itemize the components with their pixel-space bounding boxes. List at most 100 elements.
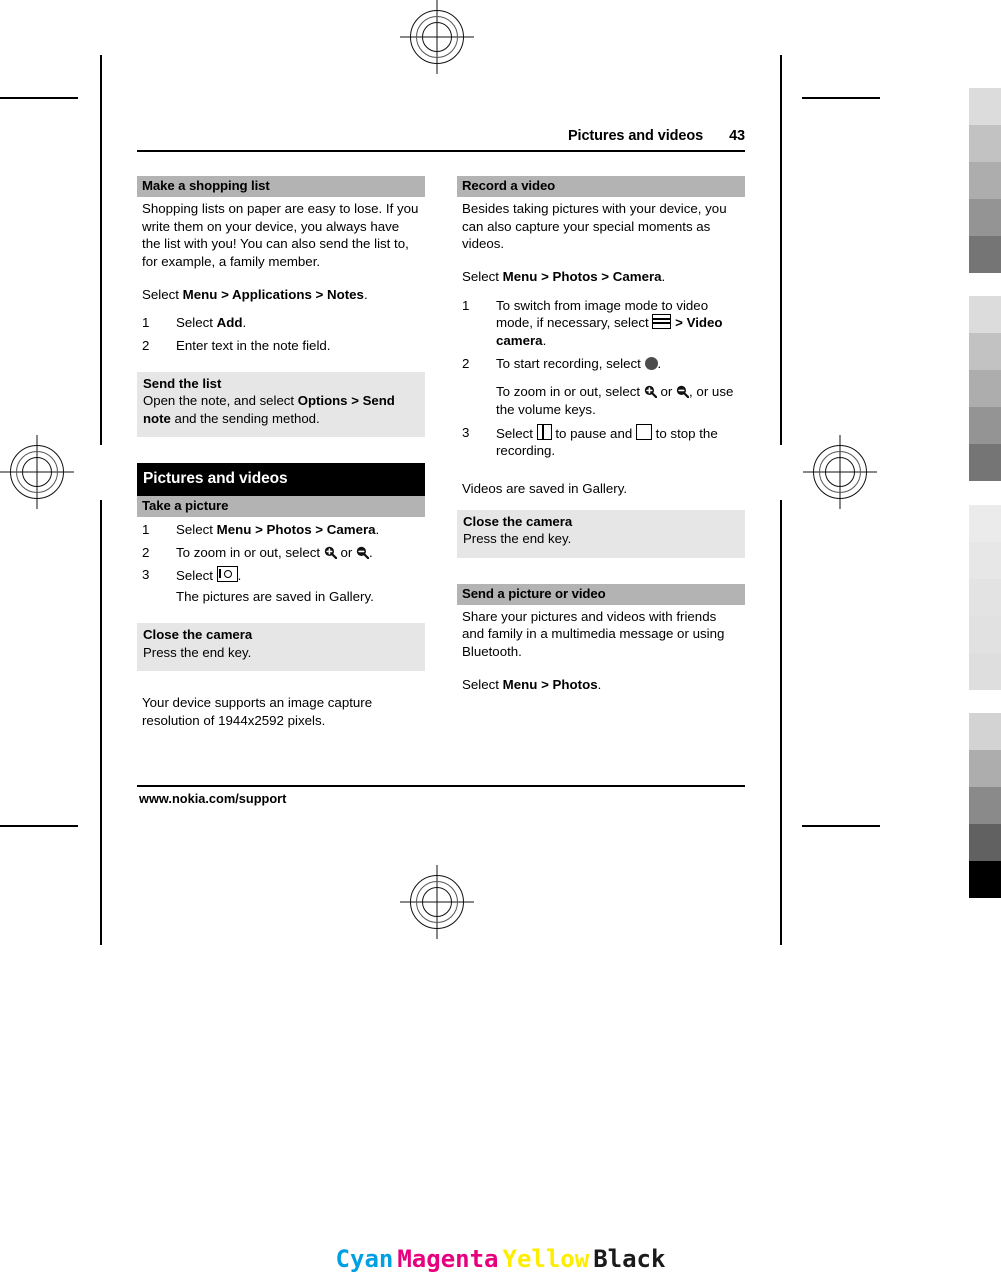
step-text: To start recording, select <box>496 355 645 371</box>
step-text: To zoom in or out, select <box>176 544 324 560</box>
period: . <box>597 676 602 692</box>
step-mid: or <box>336 544 357 560</box>
step-suffix: . <box>242 315 247 331</box>
path-separator: > <box>347 393 363 409</box>
step-item: To switch from image mode to video mode,… <box>462 297 740 350</box>
step-item: Enter text in the note field. <box>142 337 420 355</box>
applications-label: Applications <box>232 286 312 302</box>
record-dot-icon <box>644 356 658 370</box>
step-item: Select Add. <box>142 314 420 332</box>
sub-mid: or <box>656 384 677 400</box>
period: . <box>237 568 242 584</box>
step-bold: Add <box>216 315 243 331</box>
paragraph-capture-resolution-note: Your device supports an image capture re… <box>142 695 373 728</box>
cmyk-print-legend: Cyan Magenta Yellow Black <box>0 1245 1001 1273</box>
path-separator: > <box>217 286 233 302</box>
photos-label: Photos <box>552 676 598 692</box>
footer-divider <box>137 785 745 787</box>
paragraph-shopping-list-path: Select Menu > Applications > Notes. <box>137 283 425 304</box>
photos-label: Photos <box>552 268 598 284</box>
camera-label: Camera <box>612 268 662 284</box>
period: . <box>657 355 662 371</box>
right-column: Record a video Besides taking pictures w… <box>457 176 745 730</box>
subsection-title: Close the camera <box>143 626 253 642</box>
path-separator: > <box>671 315 687 331</box>
stop-icon <box>635 423 652 440</box>
subsection-title: Close the camera <box>463 513 573 529</box>
select-prefix: Select <box>462 268 503 284</box>
heading-send-a-picture-or-video: Send a picture or video <box>457 583 745 605</box>
step-text: Select <box>496 425 537 441</box>
step-item: To start recording, select . To zoom in o… <box>462 355 740 419</box>
step-item: Select to pause and to stop the recordin… <box>462 423 740 460</box>
options-label: Options <box>297 393 348 409</box>
heading-record-a-video: Record a video <box>457 176 745 197</box>
body-prefix: Open the note, and select <box>143 393 298 409</box>
steps-shopping-list: Select Add. Enter text in the note field… <box>137 314 425 354</box>
two-column-layout: Make a shopping list Shopping lists on p… <box>137 176 745 730</box>
heading-take-a-picture: Take a picture <box>137 496 425 518</box>
path-separator: > <box>311 286 327 302</box>
step-item: Select . The pictures are saved in Galler… <box>142 566 420 605</box>
camera-label: Camera <box>326 522 376 538</box>
menu-list-icon <box>652 314 672 330</box>
page-number: 43 <box>729 128 745 144</box>
zoom-in-icon <box>324 546 338 560</box>
step-mid: to pause and <box>551 425 636 441</box>
zoom-out-icon <box>676 385 690 399</box>
subsection-send-the-list: Send the list Open the note, and select … <box>137 371 425 438</box>
notes-label: Notes <box>327 286 364 302</box>
period: . <box>661 268 666 284</box>
left-column: Make a shopping list Shopping lists on p… <box>137 176 425 730</box>
step-text: Select <box>176 522 217 538</box>
sub-prefix: To zoom in or out, select <box>496 384 644 400</box>
period: . <box>363 286 368 302</box>
chapter-title: Pictures and videos <box>567 128 704 144</box>
path-separator: > <box>537 676 553 692</box>
period: . <box>369 544 373 560</box>
period: . <box>542 332 547 348</box>
photos-label: Photos <box>266 522 312 538</box>
path-separator: > <box>537 268 553 284</box>
path-separator: > <box>251 522 267 538</box>
steps-record-a-video: To switch from image mode to video mode,… <box>457 297 745 460</box>
camera-shutter-icon <box>216 566 238 583</box>
step-text: Select <box>176 568 217 584</box>
legend-black: Black <box>593 1245 666 1273</box>
paragraph-send-picture-path: Select Menu > Photos. <box>457 673 745 694</box>
select-prefix: Select <box>142 286 183 302</box>
path-separator: > <box>597 268 613 284</box>
legend-magenta: Magenta <box>397 1245 499 1273</box>
subsection-body: Press the end key. <box>463 531 572 547</box>
paragraph-shopping-list-intro: Shopping lists on paper are easy to lose… <box>142 200 419 269</box>
zoom-in-icon <box>644 385 658 399</box>
paragraph-videos-saved-note: Videos are saved in Gallery. <box>462 480 628 496</box>
steps-take-a-picture: Select Menu > Photos > Camera. To zoom i… <box>137 521 425 606</box>
menu-label: Menu <box>216 522 252 538</box>
menu-label: Menu <box>502 268 538 284</box>
subsection-title: Send the list <box>143 375 222 391</box>
select-prefix: Select <box>462 676 503 692</box>
header-divider <box>137 150 745 152</box>
heading-make-a-shopping-list: Make a shopping list <box>137 176 425 197</box>
subsection-body: Press the end key. <box>143 644 252 660</box>
subsection-close-the-camera-right: Close the camera Press the end key. <box>457 509 745 558</box>
step-subtext: To zoom in or out, select or , or use th… <box>496 383 740 418</box>
step-text: Select <box>176 315 217 331</box>
page-running-header: Pictures and videos 43 <box>137 128 745 144</box>
subsection-body: Open the note, and select Options > Send… <box>143 392 419 427</box>
period: . <box>375 522 380 538</box>
step-subtext: The pictures are saved in Gallery. <box>176 589 374 605</box>
subsection-close-the-camera-left: Close the camera Press the end key. <box>137 622 425 672</box>
footer-support-url: www.nokia.com/support <box>139 791 287 806</box>
step-text: Enter text in the note field. <box>176 337 331 353</box>
path-separator: > <box>311 522 327 538</box>
body-suffix: and the sending method. <box>170 410 320 426</box>
menu-label: Menu <box>182 286 218 302</box>
zoom-out-icon <box>356 546 370 560</box>
pause-icon <box>536 423 552 440</box>
paragraph-record-video-path: Select Menu > Photos > Camera. <box>457 265 745 286</box>
paragraph-send-picture-intro: Share your pictures and videos with frie… <box>462 608 725 660</box>
legend-cyan: Cyan <box>335 1245 394 1273</box>
step-item: Select Menu > Photos > Camera. <box>142 521 420 539</box>
